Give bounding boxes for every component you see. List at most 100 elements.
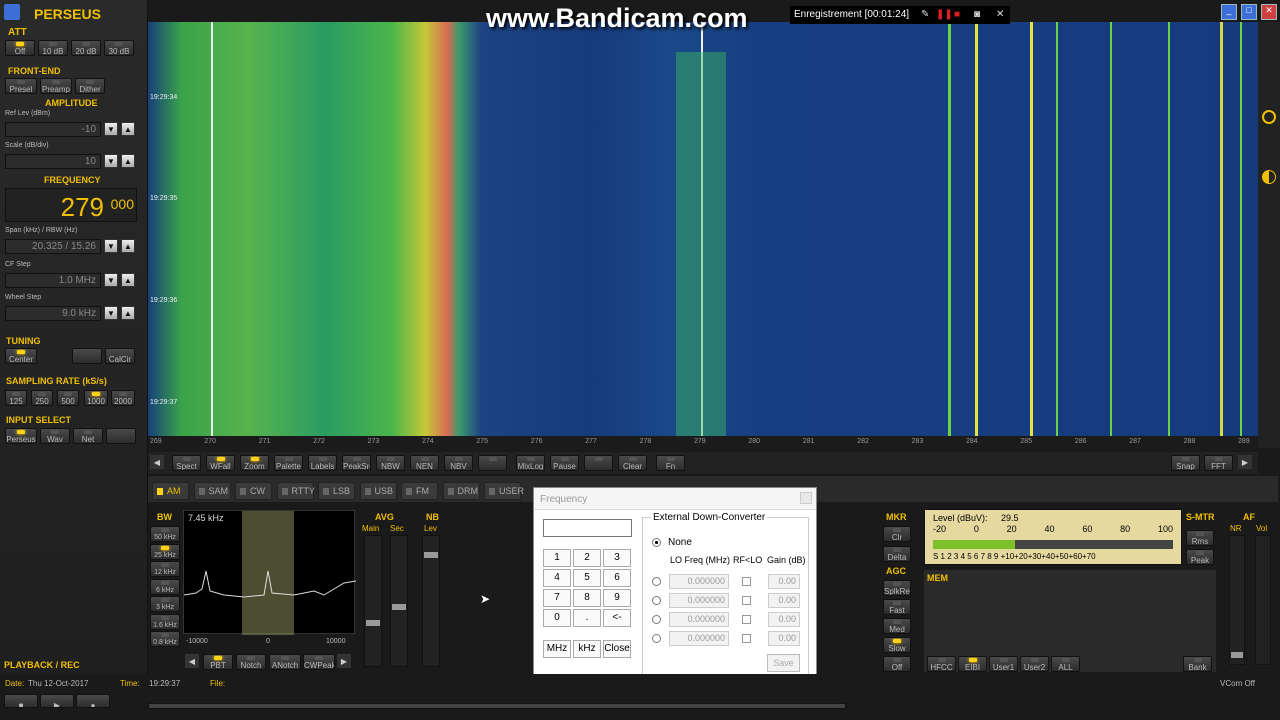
center-button[interactable]: Center — [5, 348, 37, 364]
agc-splkrej-button[interactable]: SplkRej — [883, 580, 911, 596]
preamp-button[interactable]: Preamp — [40, 78, 72, 94]
keypad-key[interactable]: 8 — [573, 589, 601, 607]
khz-button[interactable]: kHz — [573, 640, 601, 658]
keypad-key[interactable]: . — [573, 609, 601, 627]
cf-step-down-arrow-icon[interactable]: ▼ — [104, 273, 118, 287]
playback-progress[interactable] — [148, 703, 846, 709]
toolbar-button-fft[interactable]: FFT — [1204, 455, 1233, 471]
keypad-key[interactable]: 6 — [603, 569, 631, 587]
avg-sec-slider[interactable] — [390, 535, 408, 667]
ref-level-field[interactable]: -10 — [5, 122, 101, 137]
mode-cw-button[interactable]: CW — [235, 482, 272, 500]
scale-down-arrow-icon[interactable]: ▼ — [104, 154, 118, 168]
notch-button[interactable]: Notch — [236, 654, 266, 670]
frequency-display[interactable]: 279 000 — [5, 188, 137, 222]
lo-freq-field[interactable]: 0.000000 — [669, 574, 729, 589]
converter-radio[interactable] — [652, 577, 661, 586]
mem-all-button[interactable]: ALL — [1051, 656, 1080, 672]
converter-radio[interactable] — [652, 596, 661, 605]
toolbar-button-nen[interactable]: NEN — [410, 455, 439, 471]
right-scroll-strip[interactable] — [1258, 22, 1280, 448]
scale-field[interactable]: 10 — [5, 154, 101, 169]
input-blank-button[interactable] — [106, 428, 136, 444]
camera-icon[interactable]: ◙ — [974, 6, 980, 24]
mode-rtty-button[interactable]: RTTY — [276, 482, 315, 500]
keypad-key[interactable]: 4 — [543, 569, 571, 587]
converter-radio[interactable] — [652, 615, 661, 624]
close-icon[interactable]: ✕ — [996, 6, 1004, 24]
presel-button[interactable]: Presel — [5, 78, 37, 94]
pencil-icon[interactable]: ✎ — [921, 6, 929, 24]
nb-level-slider[interactable] — [422, 535, 440, 667]
toolbar-button-spect[interactable]: Spect — [172, 455, 201, 471]
mem-bank-button[interactable]: Bank — [1183, 656, 1212, 672]
cf-step-up-arrow-icon[interactable]: ▲ — [121, 273, 135, 287]
keypad-key[interactable]: 9 — [603, 589, 631, 607]
bw-step-button[interactable]: 1.6 kHz — [150, 613, 180, 630]
att-30db-button[interactable]: 30 dB — [104, 40, 134, 56]
wheel-step-down-arrow-icon[interactable]: ▼ — [104, 306, 118, 320]
toolbar-button-labels[interactable]: Labels — [308, 455, 337, 471]
agc-slow-button[interactable]: Slow — [883, 637, 911, 653]
stop-playback-button[interactable]: ■ — [4, 694, 38, 708]
tuning-blank-button[interactable] — [72, 348, 102, 364]
dialog-close-icon[interactable] — [800, 492, 812, 504]
mode-drm-button[interactable]: DRM — [442, 482, 480, 500]
record-button[interactable]: ● — [76, 694, 110, 708]
rate-125-button[interactable]: 125 — [5, 390, 27, 406]
vol-slider[interactable] — [1255, 535, 1271, 665]
agc-fast-button[interactable]: Fast — [883, 599, 911, 615]
mode-am-button[interactable]: AM — [152, 482, 189, 500]
toolbar-button-zoom[interactable]: Zoom — [240, 455, 269, 471]
bw-step-button[interactable]: 6 kHz — [150, 578, 180, 595]
nr-slider[interactable] — [1229, 535, 1245, 665]
bw-left-arrow-icon[interactable]: ◀ — [185, 654, 199, 668]
input-perseus-button[interactable]: Perseus — [5, 428, 37, 444]
dither-button[interactable]: Dither — [75, 78, 105, 94]
rf-lo-checkbox[interactable] — [742, 634, 751, 643]
stop-icon[interactable]: ■ — [954, 6, 960, 24]
rf-lo-checkbox[interactable] — [742, 596, 751, 605]
gain-field[interactable]: 0.00 — [768, 612, 800, 627]
pbt-button[interactable]: PBT — [203, 654, 233, 670]
keypad-key[interactable]: <- — [603, 609, 631, 627]
converter-radio[interactable] — [652, 634, 661, 643]
toolbar-button-nbv[interactable]: NBV — [444, 455, 473, 471]
gain-field[interactable]: 0.00 — [768, 593, 800, 608]
keypad-key[interactable]: 1 — [543, 549, 571, 567]
lo-freq-field[interactable]: 0.000000 — [669, 612, 729, 627]
toolbar-button-blank[interactable] — [478, 455, 507, 471]
cf-step-field[interactable]: 1.0 MHz — [5, 273, 101, 288]
span-field[interactable]: 20.325 / 15.26 — [5, 239, 101, 254]
mkr-clr-button[interactable]: Clr — [883, 526, 911, 542]
minimize-icon[interactable]: _ — [1221, 4, 1237, 20]
rate-250-button[interactable]: 250 — [31, 390, 53, 406]
ref-level-down-arrow-icon[interactable]: ▼ — [104, 122, 118, 136]
lo-freq-field[interactable]: 0.000000 — [669, 593, 729, 608]
mem-hfcc-button[interactable]: HFCC — [927, 656, 956, 672]
brightness-icon[interactable] — [1262, 110, 1276, 124]
toolbar-button-nbw[interactable]: NBW — [376, 455, 405, 471]
toolbar-button-blank[interactable] — [584, 455, 613, 471]
toolbar-button-pause[interactable]: Pause — [550, 455, 579, 471]
bw-step-button[interactable]: 3 kHz — [150, 596, 180, 612]
play-button[interactable]: ▶ — [40, 694, 74, 708]
calcir-button[interactable]: CalCir — [105, 348, 135, 364]
frequency-entry-input[interactable] — [543, 519, 632, 537]
mhz-button[interactable]: MHz — [543, 640, 571, 658]
waterfall-display[interactable] — [148, 22, 1258, 436]
keypad-key[interactable]: 3 — [603, 549, 631, 567]
keypad-key[interactable]: 0 — [543, 609, 571, 627]
mem-eibi-button[interactable]: EIBI — [958, 656, 987, 672]
smtr-peak-button[interactable]: Peak — [1186, 549, 1214, 565]
close-button[interactable]: Close — [603, 640, 631, 658]
toolbar-button-mixlog[interactable]: MixLog — [516, 455, 545, 471]
bw-step-button[interactable]: 25 kHz — [150, 543, 180, 560]
maximize-icon[interactable]: □ — [1241, 4, 1257, 20]
ref-level-up-arrow-icon[interactable]: ▲ — [121, 122, 135, 136]
smtr-rms-button[interactable]: Rms — [1186, 530, 1214, 546]
anotch-button[interactable]: ANotch — [269, 654, 301, 670]
keypad-key[interactable]: 2 — [573, 549, 601, 567]
toolbar-button-clear[interactable]: Clear — [618, 455, 647, 471]
keypad-key[interactable]: 7 — [543, 589, 571, 607]
